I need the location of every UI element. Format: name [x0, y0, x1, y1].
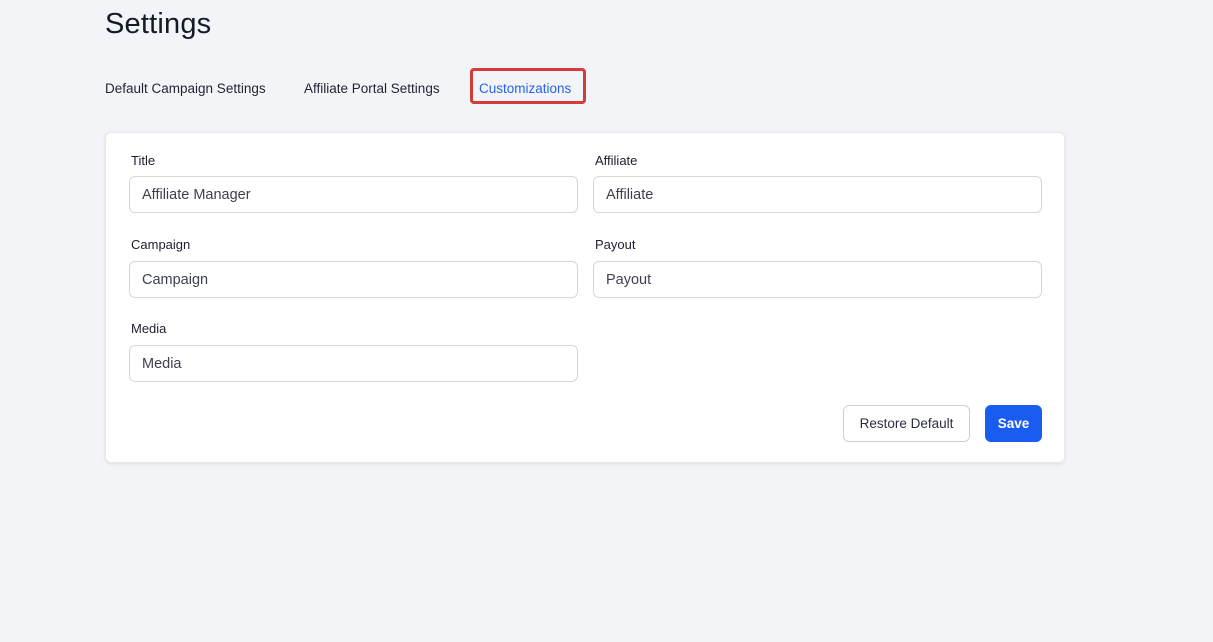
campaign-input[interactable]	[129, 261, 578, 298]
page-title: Settings	[105, 8, 212, 40]
affiliate-input[interactable]	[593, 176, 1042, 213]
tab-default-campaign-settings[interactable]: Default Campaign Settings	[105, 80, 266, 104]
tab-affiliate-portal-settings[interactable]: Affiliate Portal Settings	[304, 80, 440, 104]
affiliate-label: Affiliate	[595, 153, 638, 168]
title-input[interactable]	[129, 176, 578, 213]
customizations-card: Title Affiliate Campaign Payout Media Re…	[105, 132, 1065, 463]
payout-label: Payout	[595, 237, 636, 252]
save-button[interactable]: Save	[985, 405, 1042, 442]
title-label: Title	[131, 153, 156, 168]
campaign-label: Campaign	[131, 237, 191, 252]
payout-input[interactable]	[593, 261, 1042, 298]
media-label: Media	[131, 321, 167, 336]
media-input[interactable]	[129, 345, 578, 382]
tab-customizations[interactable]: Customizations	[479, 80, 572, 104]
restore-default-button[interactable]: Restore Default	[843, 405, 970, 442]
